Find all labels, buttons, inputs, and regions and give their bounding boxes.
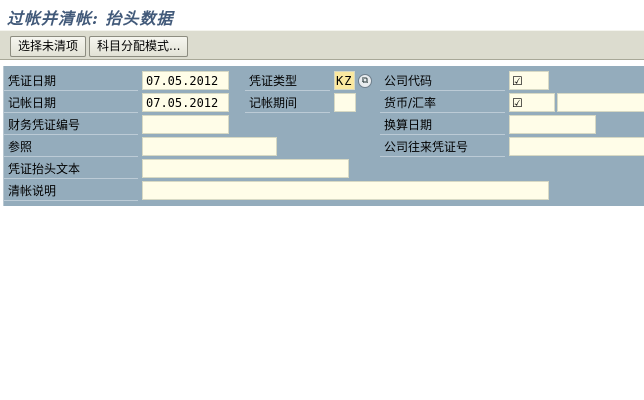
fin-doc-no-label: 财务凭证编号 — [4, 115, 138, 135]
company-code-checkbox-icon[interactable]: ☑ — [509, 71, 549, 90]
account-assignment-model-button[interactable]: 科目分配模式... — [89, 36, 189, 57]
fin-doc-no-field[interactable] — [142, 115, 229, 134]
page-title: 过帐并清帐: 抬头数据 — [7, 9, 174, 28]
title-bar: 过帐并清帐: 抬头数据 — [0, 0, 644, 30]
currency-checkbox-icon[interactable]: ☑ — [509, 93, 555, 112]
intercompany-no-label: 公司往来凭证号 — [380, 137, 505, 157]
reference-label: 参照 — [4, 137, 138, 157]
exchange-rate-field[interactable] — [557, 93, 644, 112]
translation-date-label: 换算日期 — [380, 115, 505, 135]
select-open-items-button[interactable]: 选择未清项 — [10, 36, 87, 57]
header-data-panel: 凭证日期 07.05.2012 记帐日期 07.05.2012 财务凭证编号 参… — [3, 66, 644, 206]
doc-type-label: 凭证类型 — [245, 71, 330, 91]
doc-date-label: 凭证日期 — [4, 71, 138, 91]
clearing-text-field[interactable] — [142, 181, 549, 200]
clearing-text-label: 清帐说明 — [4, 181, 138, 201]
header-text-label: 凭证抬头文本 — [4, 159, 138, 179]
period-field[interactable] — [334, 93, 356, 112]
company-code-label: 公司代码 — [380, 71, 505, 91]
translation-date-field[interactable] — [509, 115, 596, 134]
posting-date-label: 记帐日期 — [4, 93, 138, 113]
search-help-icon[interactable]: ⧉ — [358, 74, 372, 88]
doc-type-field[interactable]: KZ — [334, 71, 355, 90]
application-toolbar: 选择未清项 科目分配模式... — [0, 30, 644, 60]
posting-date-field[interactable]: 07.05.2012 — [142, 93, 229, 112]
doc-date-field[interactable]: 07.05.2012 — [142, 71, 229, 90]
intercompany-no-field[interactable] — [509, 137, 644, 156]
currency-label: 货币/汇率 — [380, 93, 505, 113]
reference-field[interactable] — [142, 137, 277, 156]
period-label: 记帐期间 — [245, 93, 330, 113]
header-text-field[interactable] — [142, 159, 349, 178]
